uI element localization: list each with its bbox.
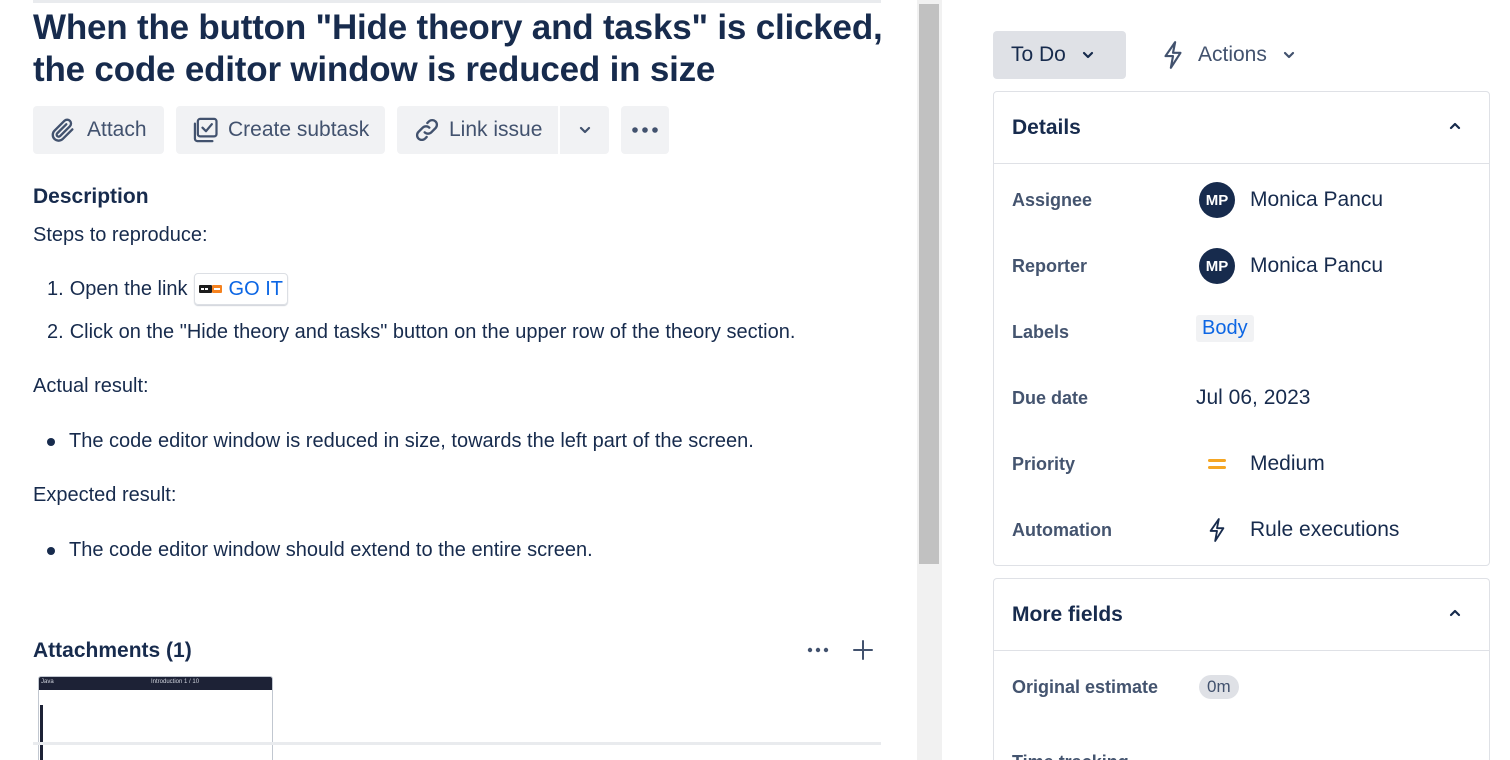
description-heading: Description xyxy=(33,185,149,208)
step-number: 2. xyxy=(47,321,64,343)
more-icon xyxy=(807,647,829,653)
priority-value: Medium xyxy=(1250,452,1325,475)
reporter-label: Reporter xyxy=(1012,256,1088,276)
automation-label: Automation xyxy=(1012,520,1112,540)
chevron-up-icon[interactable] xyxy=(1447,118,1463,134)
link-issue-dropdown-button[interactable] xyxy=(560,106,609,154)
priority-field[interactable]: Medium xyxy=(1196,446,1325,482)
step-item: 1. Open the link GO IT xyxy=(47,273,288,305)
automation-value: Rule executions xyxy=(1250,518,1400,541)
due-date-label: Due date xyxy=(1012,388,1089,408)
plus-icon xyxy=(853,640,873,660)
step-number: 1. xyxy=(47,277,64,300)
smart-link-text: GO IT xyxy=(228,277,283,300)
issue-title[interactable]: When the button "Hide theory and tasks" … xyxy=(33,7,893,91)
bullet-dot xyxy=(47,438,55,446)
priority-medium-icon xyxy=(1199,446,1235,482)
step-text: Click on the "Hide theory and tasks" but… xyxy=(69,321,796,343)
paperclip-icon xyxy=(51,118,74,142)
thumbnail-header-bar: Java Introduction 1 / 10 xyxy=(39,677,272,690)
actions-label: Actions xyxy=(1198,43,1267,66)
status-label: To Do xyxy=(1011,43,1066,66)
labels-field[interactable]: Body xyxy=(1196,315,1254,342)
bullet-dot xyxy=(47,547,55,555)
attach-button[interactable]: Attach xyxy=(33,106,164,154)
chevron-down-icon xyxy=(579,126,590,134)
original-estimate-label: Original estimate xyxy=(1012,677,1159,697)
bottom-divider xyxy=(33,742,881,745)
thumbnail-side-bar xyxy=(40,705,43,760)
reporter-value: Monica Pancu xyxy=(1250,254,1384,277)
assignee-field[interactable]: MP Monica Pancu xyxy=(1196,182,1383,218)
due-date-field[interactable]: Jul 06, 2023 xyxy=(1196,386,1310,410)
scrollbar-thumb[interactable] xyxy=(919,4,939,564)
attachments-heading: Attachments (1) xyxy=(33,639,192,662)
expected-result-heading: Expected result: xyxy=(33,484,177,506)
lightning-icon xyxy=(1199,512,1235,548)
details-heading: Details xyxy=(1012,116,1081,139)
details-panel: Details Assignee MP Monica Pancu Reporte… xyxy=(993,91,1490,566)
avatar: MP xyxy=(1199,248,1235,284)
actual-result-heading: Actual result: xyxy=(33,375,149,397)
issue-main-panel: When the button "Hide theory and tasks" … xyxy=(0,0,917,760)
chevron-down-icon xyxy=(1283,51,1294,59)
lightning-icon xyxy=(1164,41,1182,69)
attachment-thumbnail[interactable]: Java Introduction 1 / 10 xyxy=(38,676,273,760)
steps-heading: Steps to reproduce: xyxy=(33,224,208,246)
assignee-label: Assignee xyxy=(1012,190,1093,210)
thumbnail-center-text: Introduction 1 / 10 xyxy=(151,679,200,685)
more-actions-button[interactable] xyxy=(621,106,669,154)
more-fields-header[interactable]: More fields xyxy=(994,579,1489,651)
link-issue-label: Link issue xyxy=(449,118,543,141)
expected-result-item: The code editor window should extend to … xyxy=(69,539,593,561)
chevron-down-icon xyxy=(1082,51,1093,59)
time-tracking-label: Time tracking xyxy=(1012,752,1129,760)
step-text: Open the link xyxy=(69,277,188,300)
actions-dropdown-button[interactable]: Actions xyxy=(1150,31,1310,79)
attachments-more-button[interactable] xyxy=(805,638,831,662)
details-header[interactable]: Details xyxy=(994,92,1489,164)
due-date-value: Jul 06, 2023 xyxy=(1196,386,1311,409)
create-subtask-label: Create subtask xyxy=(228,118,370,141)
site-favicon-icon xyxy=(198,282,223,296)
link-issue-button[interactable]: Link issue xyxy=(397,106,558,154)
create-subtask-button[interactable]: Create subtask xyxy=(176,106,385,154)
reporter-field[interactable]: MP Monica Pancu xyxy=(1196,248,1383,284)
attach-label: Attach xyxy=(87,118,147,141)
estimate-pill: 0m xyxy=(1199,675,1239,699)
priority-label: Priority xyxy=(1012,454,1076,474)
automation-field[interactable]: Rule executions xyxy=(1196,512,1399,548)
top-divider xyxy=(33,0,881,3)
status-dropdown-button[interactable]: To Do xyxy=(993,31,1126,79)
assignee-value: Monica Pancu xyxy=(1250,188,1384,211)
attachments-add-button[interactable] xyxy=(851,638,875,662)
avatar: MP xyxy=(1199,182,1235,218)
labels-label: Labels xyxy=(1012,322,1070,342)
label-lozenge[interactable]: Body xyxy=(1196,315,1254,342)
scrollbar[interactable] xyxy=(917,0,942,760)
more-fields-heading: More fields xyxy=(1012,603,1123,626)
thumbnail-left-text: Java xyxy=(41,679,54,685)
smart-link[interactable]: GO IT xyxy=(193,273,288,305)
more-icon xyxy=(632,127,658,133)
actual-result-item: The code editor window is reduced in siz… xyxy=(69,430,754,452)
more-fields-panel: More fields Original estimate 0m Time tr… xyxy=(993,578,1490,760)
chevron-up-icon[interactable] xyxy=(1447,605,1463,621)
step-item: 2. Click on the "Hide theory and tasks" … xyxy=(47,321,795,344)
subtask-icon xyxy=(193,117,218,143)
link-icon xyxy=(415,118,439,142)
original-estimate-field[interactable]: 0m xyxy=(1196,675,1239,699)
